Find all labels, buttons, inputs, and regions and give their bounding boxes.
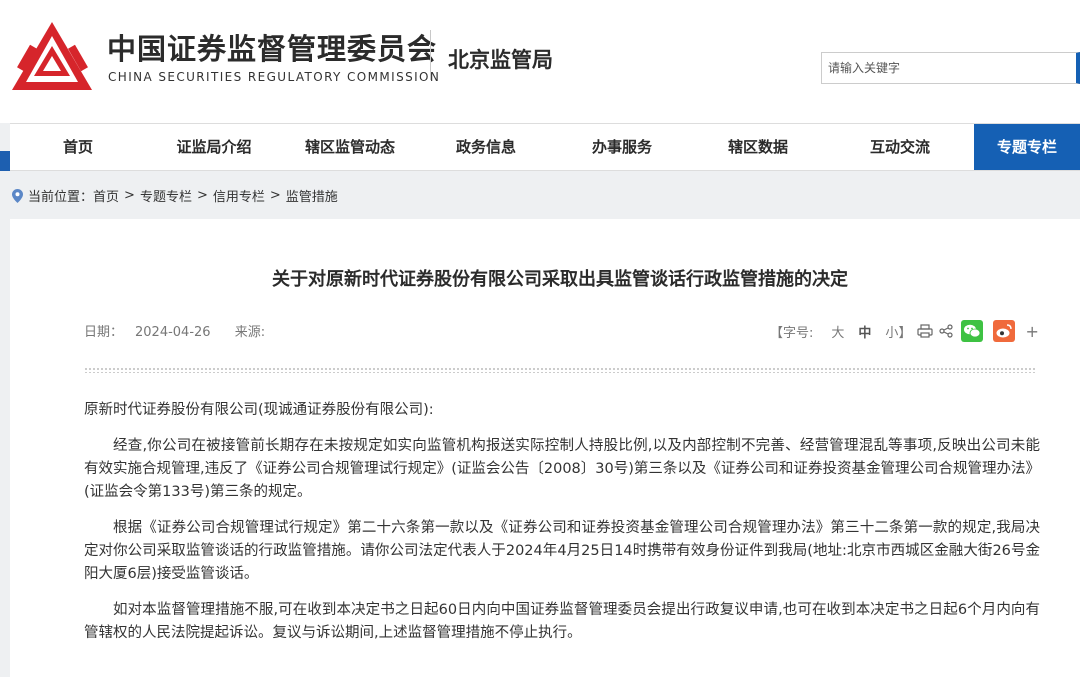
nav-item-regional-news[interactable]: 辖区监管动态 — [282, 124, 418, 170]
print-icon[interactable] — [917, 324, 934, 338]
font-size-label: 【字号: — [770, 325, 814, 341]
article-date: 2024-04-26 — [135, 325, 211, 340]
breadcrumb: 当前位置： 首页 > 专题专栏 > 信用专栏 > 监管措施 — [12, 186, 338, 205]
bureau-name: 北京监管局 — [448, 48, 553, 72]
breadcrumb-separator: > — [124, 188, 135, 203]
breadcrumb-special-topics[interactable]: 专题专栏 — [140, 186, 192, 205]
font-size-small[interactable]: 小 — [885, 322, 898, 341]
article-paragraph: 如对本监督管理措施不服,可在收到本决定书之日起60日内向中国证券监督管理委员会提… — [84, 602, 1040, 641]
article-body: 原新时代证券股份有限公司(现诚通证券股份有限公司): 经查,你公司在被接管前长期… — [84, 399, 1040, 658]
breadcrumb-prefix: 当前位置： — [28, 190, 94, 205]
font-size-large[interactable]: 大 — [831, 322, 844, 341]
header-divider — [430, 30, 431, 80]
breadcrumb-supervision-measures[interactable]: 监管措施 — [286, 186, 338, 205]
date-label: 日期： — [84, 325, 124, 340]
weibo-icon[interactable] — [993, 320, 1016, 342]
main-nav: 首页 证监局介绍 辖区监管动态 政务信息 办事服务 辖区数据 互动交流 专题专栏 — [10, 123, 1080, 171]
org-name-chinese: 中国证券监督管理委员会 — [107, 32, 438, 66]
breadcrumb-separator: > — [269, 188, 281, 203]
article-salutation: 原新时代证券股份有限公司(现诚通证券股份有限公司): — [84, 402, 434, 418]
nav-item-bureau-intro[interactable]: 证监局介绍 — [146, 124, 282, 170]
article-tools: 【字号: 大 中 小 】 + — [770, 319, 1039, 343]
nav-item-services[interactable]: 办事服务 — [554, 124, 690, 170]
article-meta: 日期： 2024-04-26 来源: — [84, 321, 277, 340]
breadcrumb-home[interactable]: 首页 — [93, 186, 119, 205]
breadcrumb-separator: > — [196, 188, 208, 203]
article-paragraph: 经查,你公司在被接管前长期存在未按规定如实向监管机构报送实际控制人持股比例,以及… — [84, 438, 1040, 500]
wechat-icon[interactable] — [961, 320, 984, 342]
font-size-medium[interactable]: 中 — [858, 322, 871, 341]
nav-accent-bar — [0, 151, 10, 171]
nav-item-interaction[interactable]: 互动交流 — [826, 124, 974, 170]
org-name-english: CHINA SECURITIES REGULATORY COMMISSION — [108, 70, 441, 84]
breadcrumb-credit-column[interactable]: 信用专栏 — [213, 186, 265, 205]
site-header: 中国证券监督管理委员会 CHINA SECURITIES REGULATORY … — [0, 0, 1080, 123]
dotted-divider — [84, 367, 1037, 373]
nav-item-special-topics[interactable]: 专题专栏 — [974, 124, 1080, 170]
nav-item-regional-data[interactable]: 辖区数据 — [690, 124, 826, 170]
share-icon[interactable] — [939, 324, 954, 338]
search-input[interactable] — [821, 52, 1080, 84]
article-container: 关于对原新时代证券股份有限公司采取出具监管谈话行政监管措施的决定 日期： 2024… — [10, 219, 1080, 677]
location-pin-icon — [12, 188, 23, 203]
csrc-logo-icon[interactable] — [10, 18, 95, 93]
nav-item-gov-info[interactable]: 政务信息 — [418, 124, 554, 170]
article-title: 关于对原新时代证券股份有限公司采取出具监管谈话行政监管措施的决定 — [272, 269, 848, 290]
nav-item-home[interactable]: 首页 — [10, 124, 146, 170]
article-paragraph: 根据《证券公司合规管理试行规定》第二十六条第一款以及《证券公司和证券投资基金管理… — [84, 520, 1040, 582]
source-label: 来源: — [234, 325, 266, 340]
more-share-icon[interactable]: + — [1025, 322, 1038, 341]
font-size-close: 】 — [898, 325, 912, 341]
